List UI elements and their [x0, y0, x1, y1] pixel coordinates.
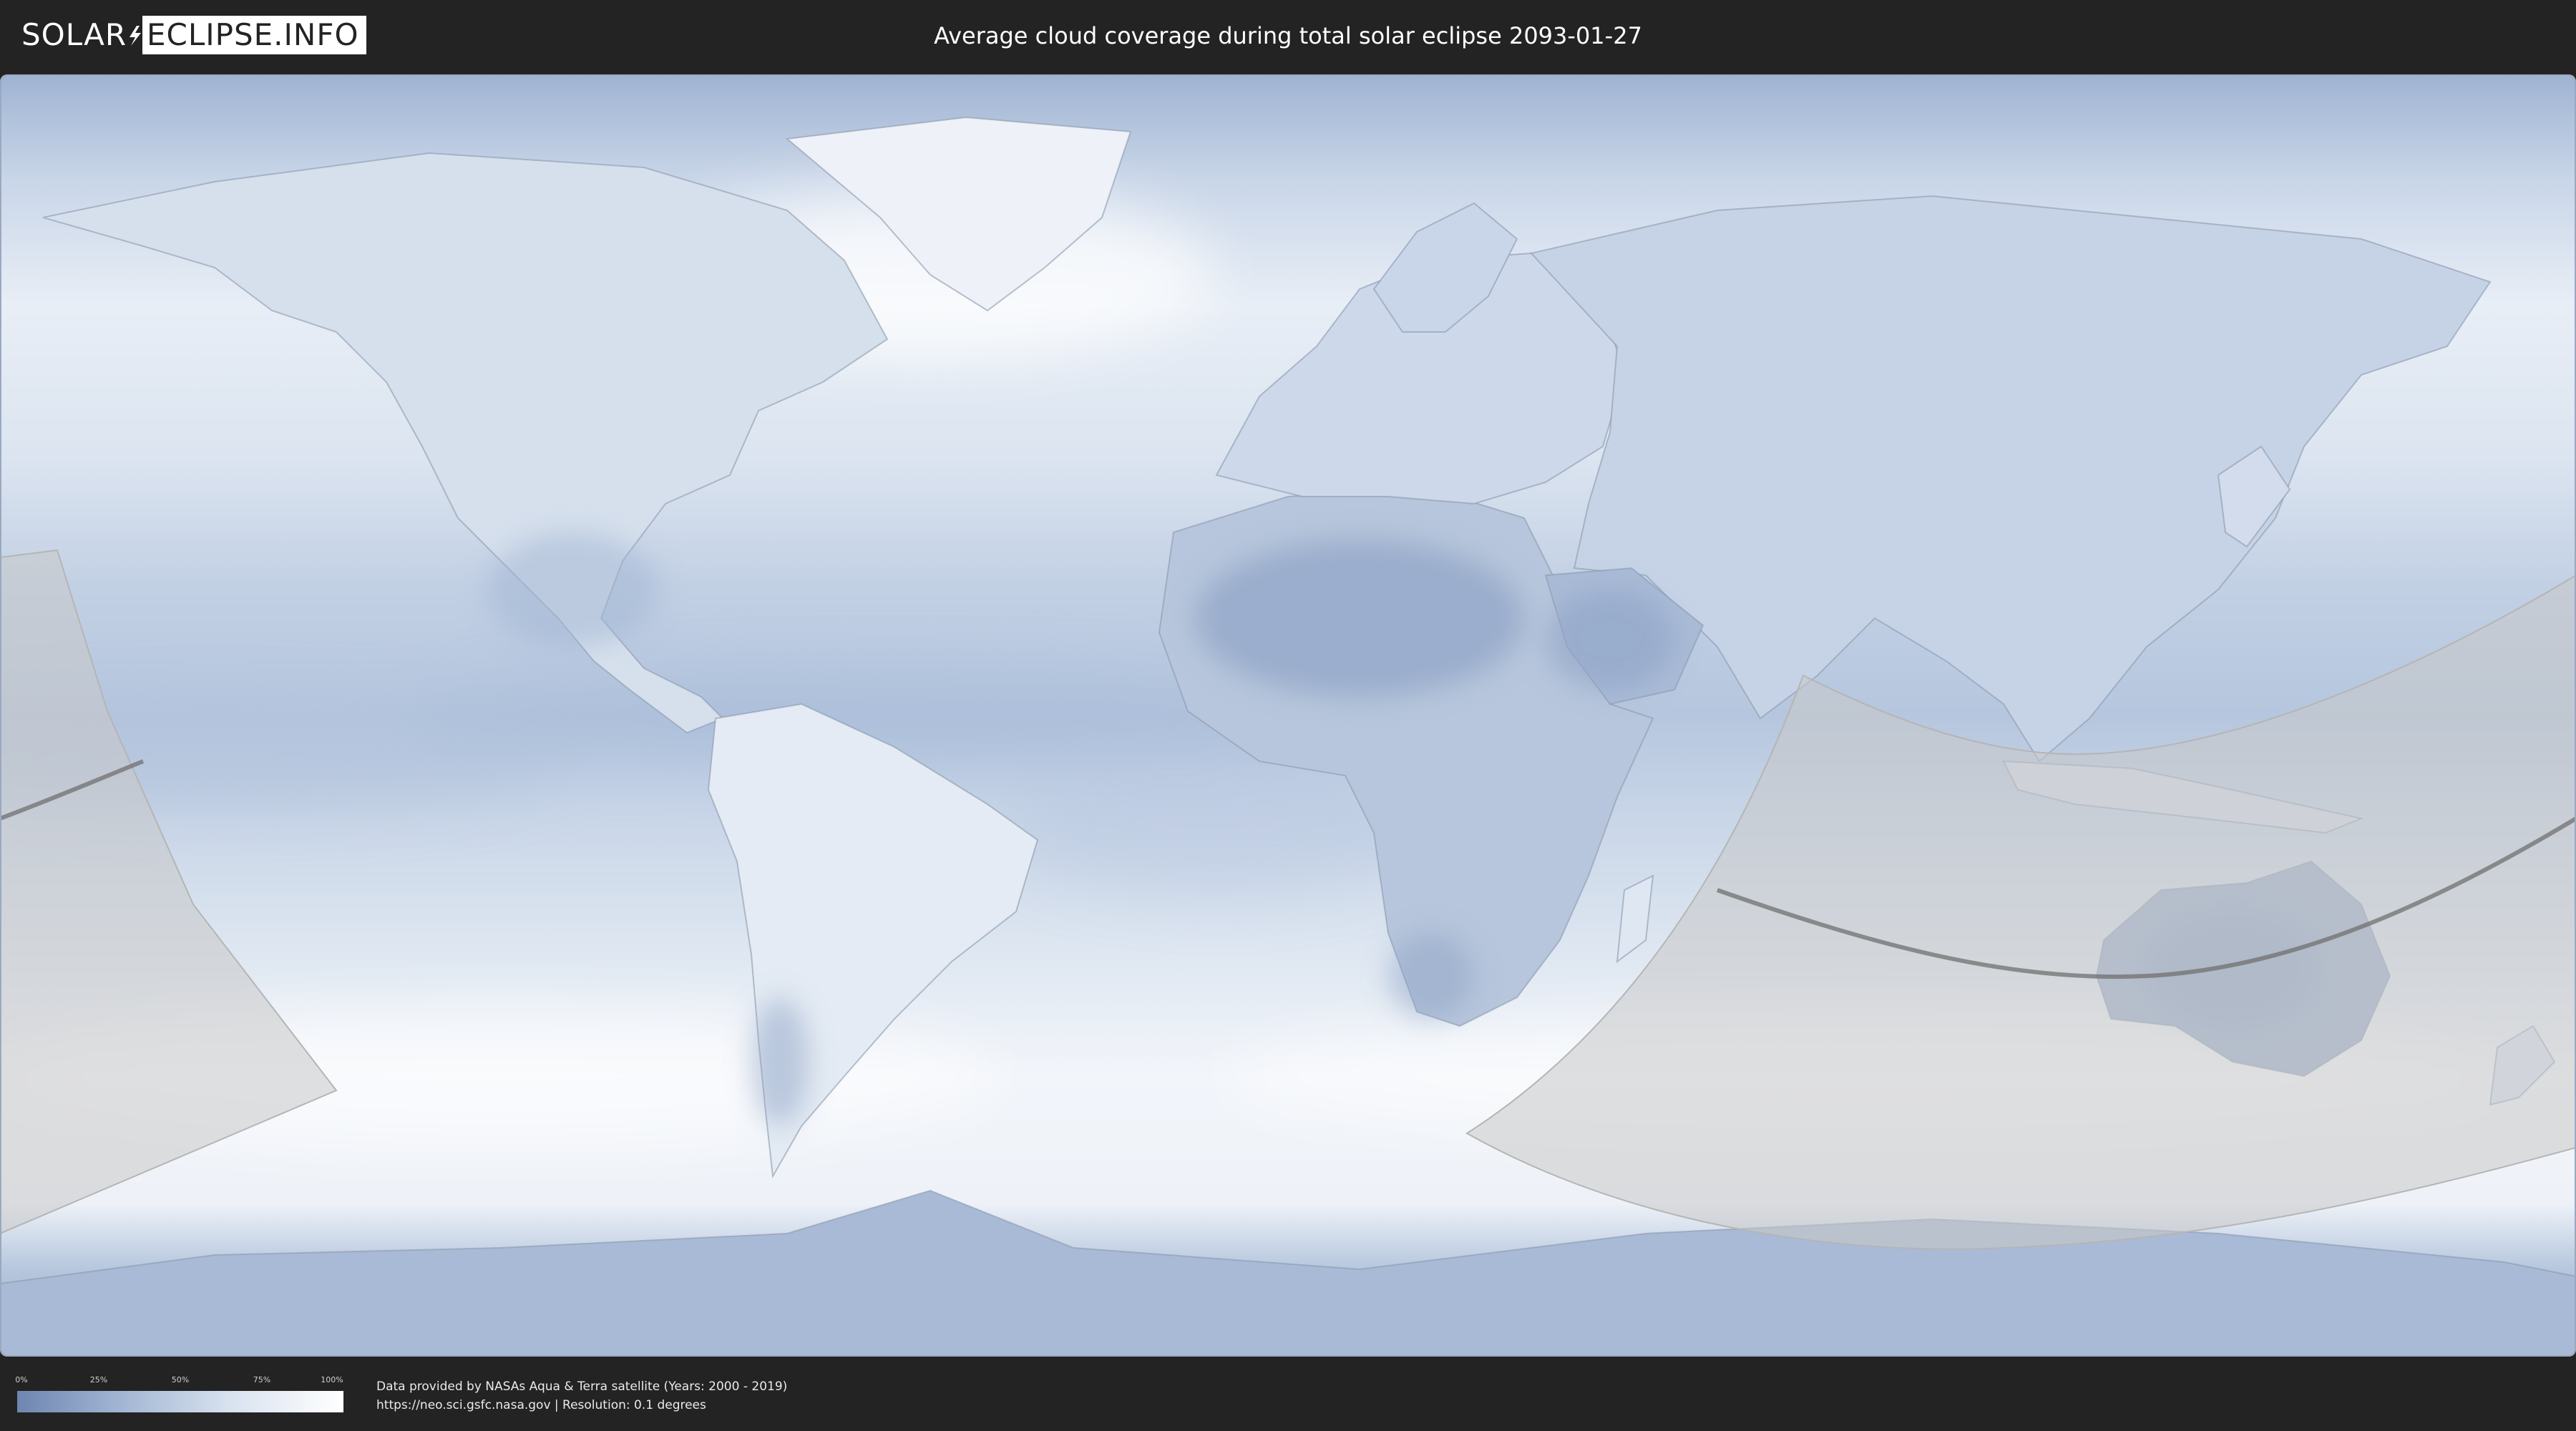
credits-source: Data provided by NASAs Aqua & Terra sate… — [376, 1379, 788, 1394]
legend-tick-100: 100% — [321, 1375, 343, 1384]
legend-gradient-bar — [17, 1391, 343, 1412]
legend-tick-25: 25% — [89, 1375, 108, 1384]
legend-ticks: 0% 25% 50% 75% 100% — [15, 1375, 343, 1385]
map-title: Average cloud coverage during total sola… — [934, 22, 1642, 49]
cloud-coverage-legend: 0% 25% 50% 75% 100% — [15, 1375, 343, 1414]
legend-tick-50: 50% — [171, 1375, 190, 1384]
legend-tick-0: 0% — [15, 1375, 28, 1384]
world-map-svg — [0, 74, 2576, 1357]
credits-url-resolution: https://neo.sci.gsfc.nasa.gov | Resoluti… — [376, 1398, 706, 1412]
legend-tick-75: 75% — [253, 1375, 271, 1384]
data-credits: Data provided by NASAs Aqua & Terra sate… — [376, 1377, 787, 1415]
cloud-coverage-map[interactable] — [0, 74, 2576, 1357]
